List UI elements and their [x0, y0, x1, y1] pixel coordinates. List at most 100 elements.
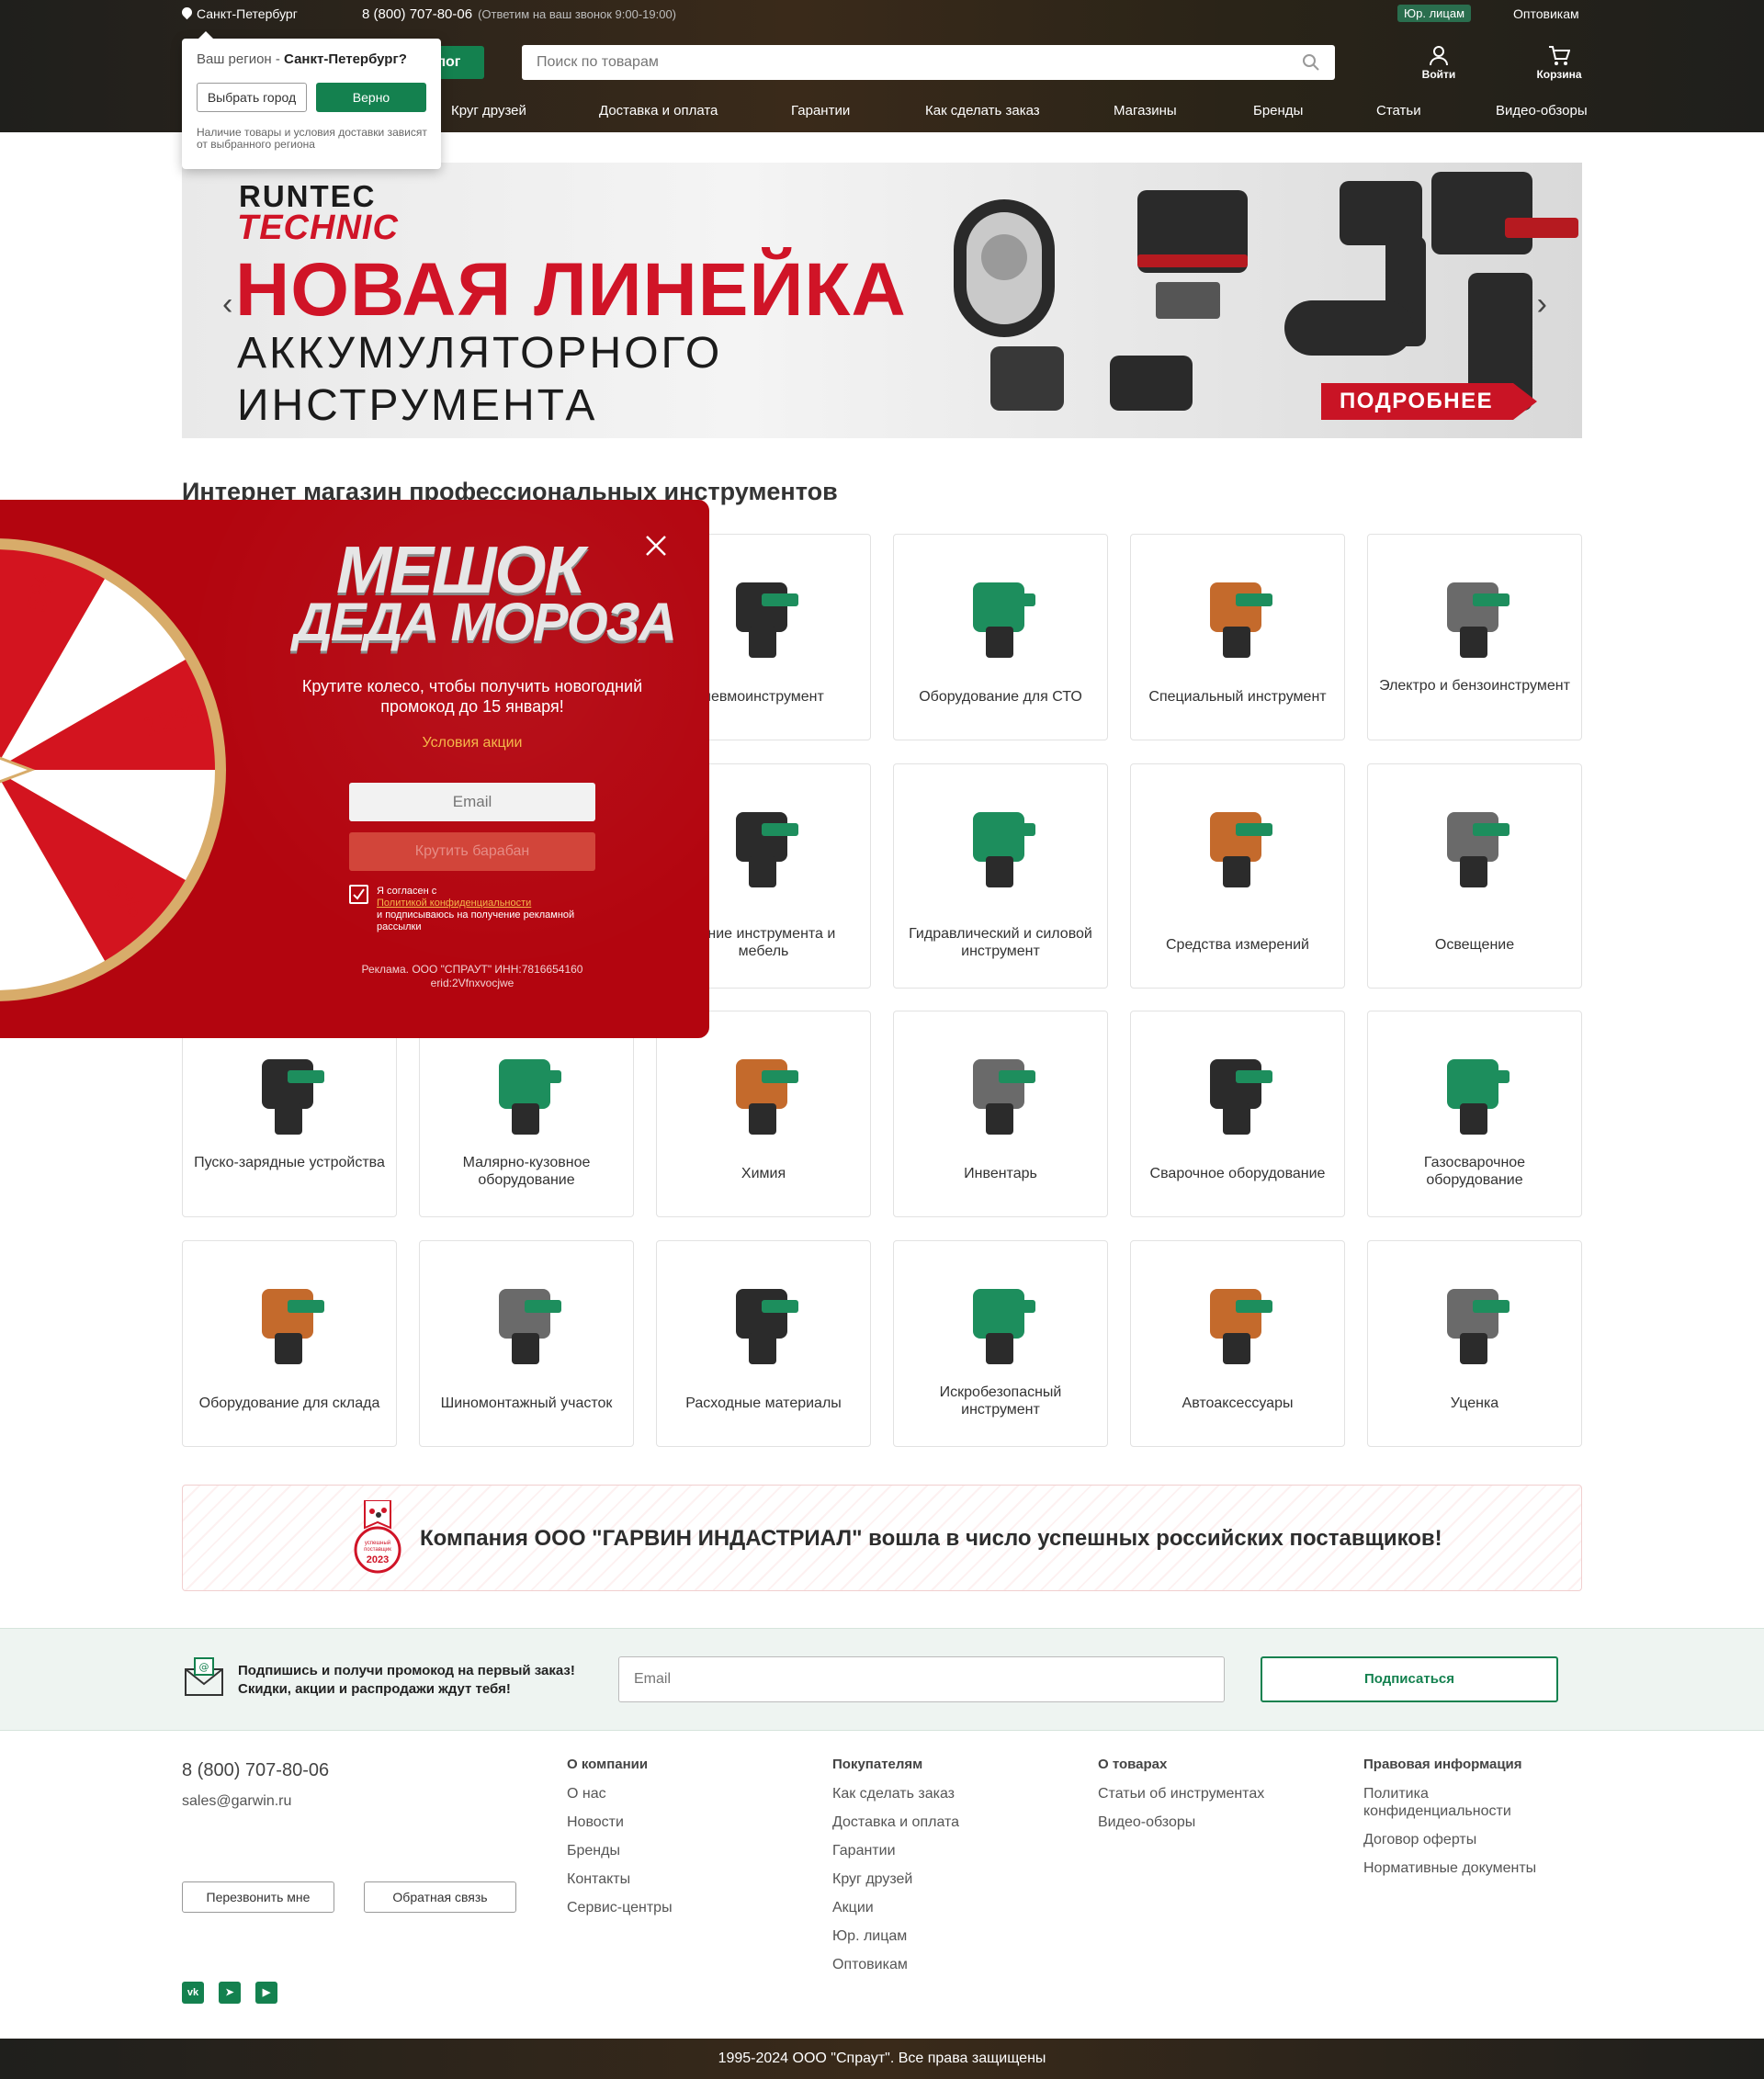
hydraulic-icon: [945, 792, 1056, 902]
youtube-icon[interactable]: ▶: [255, 1982, 277, 2004]
cart-button[interactable]: Корзина: [1532, 44, 1587, 81]
category-card[interactable]: Химия: [656, 1011, 871, 1217]
cart-label: Корзина: [1536, 68, 1582, 81]
nav-item-brands[interactable]: Бренды: [1253, 103, 1303, 119]
footer-link[interactable]: Договор оферты: [1363, 1831, 1547, 1848]
award-banner[interactable]: успешный поставщик 2023 Компания ООО "ГА…: [182, 1485, 1582, 1591]
promo-logo-line-2: ДЕДА МОРОЗА: [294, 593, 677, 652]
svg-text:@: @: [199, 1661, 209, 1673]
wholesale-link[interactable]: Оптовикам: [1513, 6, 1579, 21]
tire-changer-icon: [471, 1269, 582, 1379]
promo-terms-link[interactable]: Условия акции: [285, 735, 660, 751]
fortune-wheel[interactable]: 5%9%12%15%5%9%: [0, 535, 230, 1005]
nav-item-how-to-order[interactable]: Как сделать заказ: [925, 103, 1040, 119]
footer-link[interactable]: Юр. лицам: [832, 1927, 959, 1945]
login-button[interactable]: Войти: [1411, 44, 1466, 81]
footer-phone[interactable]: 8 (800) 707-80-06: [182, 1760, 329, 1781]
confirm-region-button[interactable]: Верно: [316, 83, 426, 112]
category-card[interactable]: Электро и бензоинструмент: [1367, 534, 1582, 740]
callback-button[interactable]: Перезвонить мне: [182, 1881, 334, 1913]
footer-link[interactable]: О нас: [567, 1785, 673, 1802]
footer-link[interactable]: Как сделать заказ: [832, 1785, 959, 1802]
nav-item-articles[interactable]: Статьи: [1376, 103, 1421, 119]
privacy-policy-link[interactable]: Политикой конфиденциальности: [377, 898, 531, 909]
agree-checkbox[interactable]: [349, 885, 368, 904]
gas-welding-icon: [1419, 1039, 1530, 1149]
promo-banner[interactable]: RUNTEC TECHNIC НОВАЯ ЛИНЕЙКА АККУМУЛЯТОР…: [182, 163, 1582, 438]
subscribe-line-2: Скидки, акции и распродажи ждут тебя!: [238, 1681, 511, 1697]
top-bar: Санкт-Петербург 8 (800) 707-80-06 (Ответи…: [0, 0, 1764, 28]
drill-icon: [1419, 562, 1530, 672]
category-card[interactable]: Средства измерений: [1130, 763, 1345, 989]
telegram-icon[interactable]: ➤: [219, 1982, 241, 2004]
banner-more-button[interactable]: ПОДРОБНЕЕ: [1321, 383, 1538, 420]
category-card[interactable]: Инвентарь: [893, 1011, 1108, 1217]
award-badge-year: 2023: [366, 1554, 390, 1565]
impact-wrench-icon: [708, 562, 819, 672]
spin-wheel-button[interactable]: Крутить барабан: [349, 832, 595, 871]
region-selector[interactable]: Санкт-Петербург: [182, 6, 298, 21]
subscribe-email-input[interactable]: [618, 1656, 1225, 1702]
choose-city-button[interactable]: Выбрать город: [197, 83, 307, 112]
footer-link[interactable]: Доставка и оплата: [832, 1813, 959, 1831]
category-label: Малярно-кузовное оборудование: [462, 1155, 591, 1188]
category-card[interactable]: Автоаксессуары: [1130, 1240, 1345, 1447]
agree-suffix: и подписываюсь на получение рекламной ра…: [377, 910, 575, 932]
category-card[interactable]: Сварочное оборудование: [1130, 1011, 1345, 1217]
subscribe-button[interactable]: Подписаться: [1261, 1656, 1558, 1702]
category-card[interactable]: Уценка: [1367, 1240, 1582, 1447]
category-card[interactable]: Газосварочное оборудование: [1367, 1011, 1582, 1217]
nav-item-video-reviews[interactable]: Видео-обзоры: [1496, 103, 1588, 119]
footer-link[interactable]: Контакты: [567, 1870, 673, 1888]
category-card[interactable]: Малярно-кузовное оборудование: [419, 1011, 634, 1217]
category-card[interactable]: Расходные материалы: [656, 1240, 871, 1447]
nav-item-stores[interactable]: Магазины: [1114, 103, 1177, 119]
footer-link[interactable]: Оптовикам: [832, 1956, 959, 1973]
category-label: Шиномонтажный участок: [440, 1395, 613, 1411]
category-card[interactable]: Искробезопасный инструмент: [893, 1240, 1108, 1447]
category-label: Освещение: [1434, 937, 1515, 953]
banner-next-icon[interactable]: ›: [1537, 287, 1547, 322]
header-phone[interactable]: 8 (800) 707-80-06 (Ответим на ваш звонок …: [362, 6, 676, 22]
footer-link[interactable]: Акции: [832, 1899, 959, 1916]
login-label: Войти: [1421, 68, 1456, 81]
close-icon[interactable]: [639, 529, 673, 562]
footer-link[interactable]: Статьи об инструментах: [1098, 1785, 1264, 1802]
feedback-button[interactable]: Обратная связь: [364, 1881, 516, 1913]
banner-prev-icon[interactable]: ‹: [222, 287, 232, 322]
search-input[interactable]: [522, 45, 1275, 80]
floor-jack-icon: [945, 562, 1056, 672]
category-card[interactable]: Освещение: [1367, 763, 1582, 989]
region-name[interactable]: Санкт-Петербург: [197, 6, 298, 21]
footer-link[interactable]: Бренды: [567, 1842, 673, 1859]
search-icon[interactable]: [1302, 53, 1320, 72]
footer-link[interactable]: Сервис-центры: [567, 1899, 673, 1916]
footer-email[interactable]: sales@garwin.ru: [182, 1793, 291, 1810]
category-card[interactable]: Шиномонтажный участок: [419, 1240, 634, 1447]
award-text: Компания ООО "ГАРВИН ИНДАСТРИАЛ" вошла в…: [420, 1526, 1442, 1551]
nav-item-delivery[interactable]: Доставка и оплата: [599, 103, 718, 119]
category-card[interactable]: Пуско-зарядные устройства: [182, 1011, 397, 1217]
footer-link[interactable]: Видео-обзоры: [1098, 1813, 1264, 1831]
phone-number[interactable]: 8 (800) 707-80-06: [362, 6, 472, 22]
vk-icon[interactable]: vk: [182, 1982, 204, 2004]
nav-item-friends[interactable]: Круг друзей: [451, 103, 526, 119]
category-card[interactable]: Оборудование для СТО: [893, 534, 1108, 740]
category-label: Газосварочное оборудование: [1423, 1155, 1526, 1188]
legal-entities-link[interactable]: Юр. лицам: [1397, 5, 1472, 22]
nav-item-warranty[interactable]: Гарантии: [791, 103, 850, 119]
footer-link[interactable]: Круг друзей: [832, 1870, 959, 1888]
category-card[interactable]: Специальный инструмент: [1130, 534, 1345, 740]
email-envelope-icon: @: [185, 1657, 223, 1696]
footer-link[interactable]: Политика конфиденциальности: [1363, 1785, 1547, 1820]
footer-link[interactable]: Новости: [567, 1813, 673, 1831]
promo-email-input[interactable]: [349, 783, 595, 821]
region-question-city: Санкт-Петербург?: [284, 51, 407, 67]
footer-link[interactable]: Гарантии: [832, 1842, 959, 1859]
wheelbarrow-icon: [945, 1039, 1056, 1149]
footer-link[interactable]: Нормативные документы: [1363, 1859, 1547, 1877]
category-card[interactable]: Гидравлический и силовой инструмент: [893, 763, 1108, 989]
banner-subline-1: АККУМУЛЯТОРНОГО: [237, 329, 723, 378]
category-label: Автоаксессуары: [1182, 1395, 1294, 1411]
category-card[interactable]: Оборудование для склада: [182, 1240, 397, 1447]
